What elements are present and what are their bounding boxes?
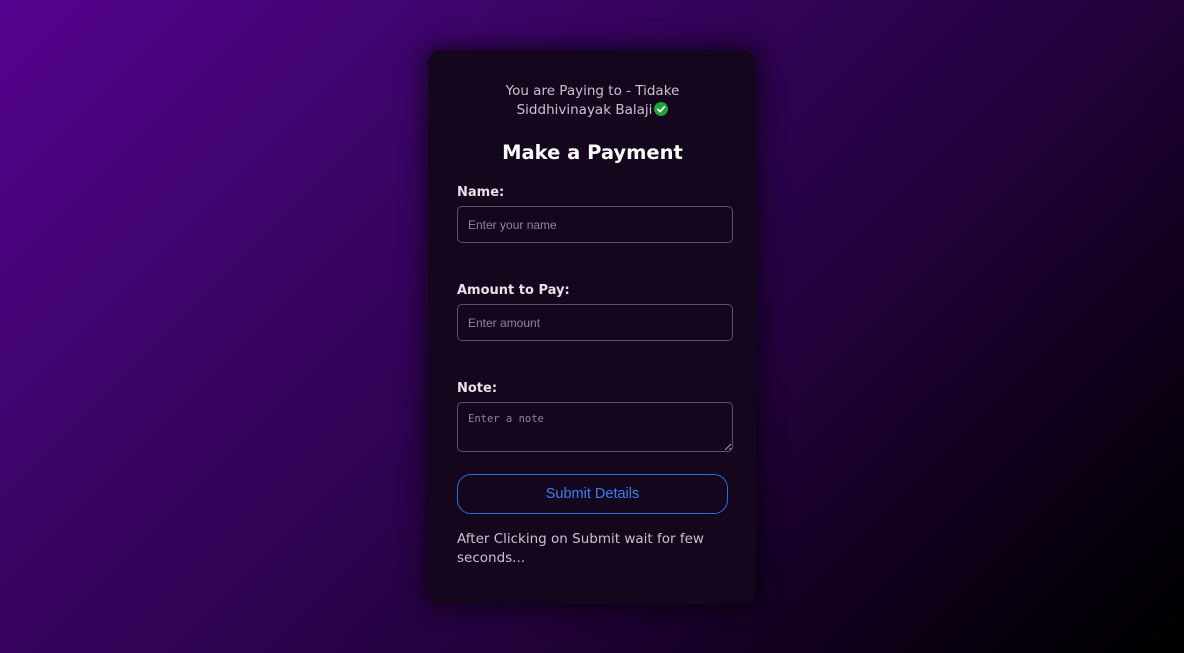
amount-input[interactable] (457, 304, 733, 341)
page-title: Make a Payment (502, 141, 683, 164)
after-submit-message: After Clicking on Submit wait for few se… (457, 531, 704, 566)
payment-card: You are Paying to - Tidake Siddhivinayak… (428, 50, 756, 604)
check-circle-icon (654, 102, 669, 116)
payee-label: You are Paying to - Tidake Siddhivinayak… (505, 83, 680, 118)
paying-to-text: You are Paying to - Tidake Siddhivinayak… (457, 82, 728, 120)
payment-form: Name: Amount to Pay: Note: Submit Detail… (457, 185, 733, 514)
amount-label: Amount to Pay: (457, 283, 570, 298)
submit-details-button[interactable]: Submit Details (457, 474, 728, 514)
name-label: Name: (457, 185, 505, 200)
note-label: Note: (457, 381, 498, 396)
note-textarea[interactable] (457, 402, 733, 452)
name-input[interactable] (457, 206, 733, 243)
